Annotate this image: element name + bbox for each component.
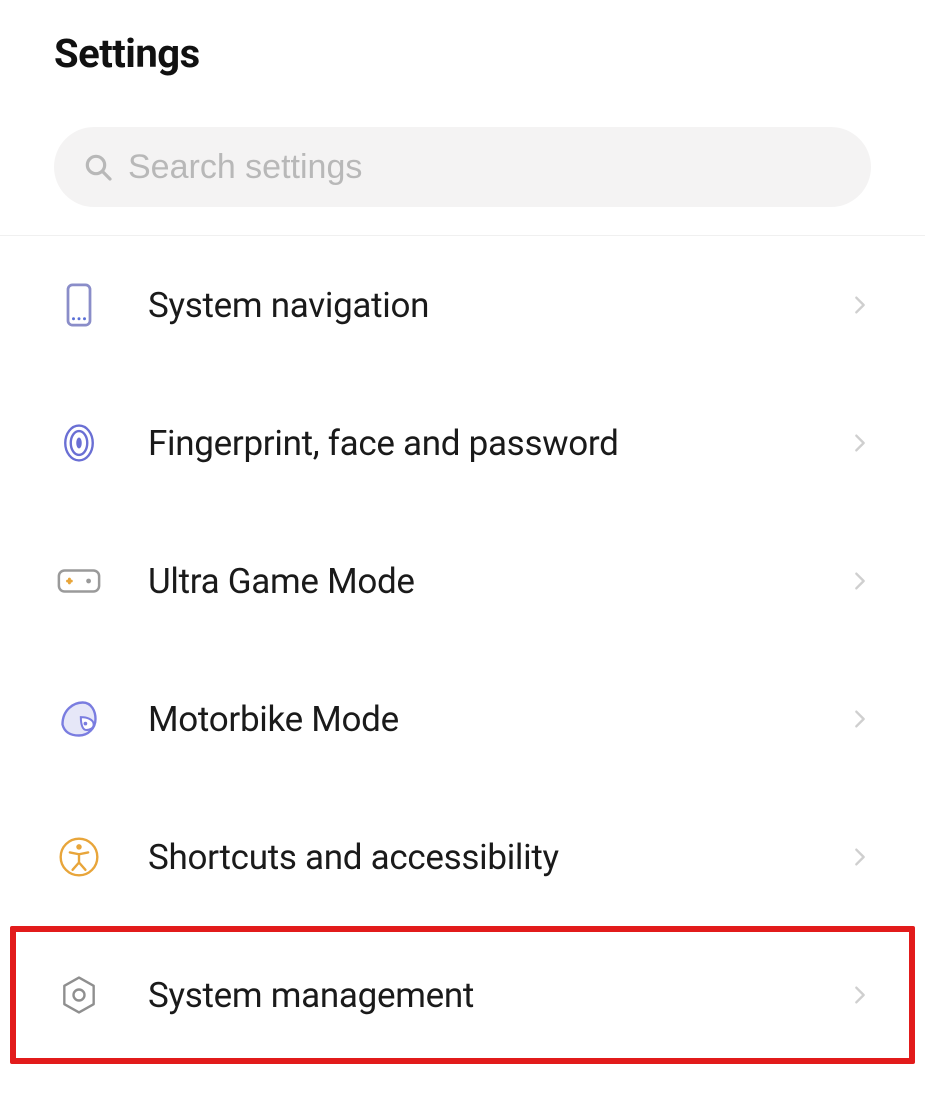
page-title: Settings xyxy=(0,0,925,77)
settings-row-system-management[interactable]: System management xyxy=(10,926,915,1064)
chevron-right-icon xyxy=(849,708,871,730)
settings-row-ultra-game-mode[interactable]: Ultra Game Mode xyxy=(54,512,871,650)
search-input[interactable] xyxy=(128,148,843,187)
search-box[interactable] xyxy=(54,127,871,207)
accessibility-icon xyxy=(54,832,104,882)
settings-row-system-navigation[interactable]: System navigation xyxy=(54,236,871,374)
settings-row-fingerprint[interactable]: Fingerprint, face and password xyxy=(54,374,871,512)
settings-row-label: Ultra Game Mode xyxy=(148,561,849,602)
settings-row-label: Fingerprint, face and password xyxy=(148,423,849,464)
settings-row-label: Shortcuts and accessibility xyxy=(148,837,849,878)
gamepad-icon xyxy=(54,556,104,606)
chevron-right-icon xyxy=(849,294,871,316)
search-section xyxy=(54,127,871,207)
phone-navigation-icon xyxy=(54,280,104,330)
settings-row-label: Motorbike Mode xyxy=(148,699,849,740)
chevron-right-icon xyxy=(849,432,871,454)
settings-row-label: System navigation xyxy=(148,285,849,326)
settings-row-label: System management xyxy=(148,975,849,1016)
helmet-icon xyxy=(54,694,104,744)
search-icon xyxy=(82,151,114,183)
settings-list: System navigation Fingerprint, face and … xyxy=(0,236,925,1064)
chevron-right-icon xyxy=(849,570,871,592)
gear-hex-icon xyxy=(54,970,104,1020)
chevron-right-icon xyxy=(849,846,871,868)
settings-row-motorbike-mode[interactable]: Motorbike Mode xyxy=(54,650,871,788)
settings-row-shortcuts-accessibility[interactable]: Shortcuts and accessibility xyxy=(54,788,871,926)
chevron-right-icon xyxy=(849,984,871,1006)
fingerprint-icon xyxy=(54,418,104,468)
